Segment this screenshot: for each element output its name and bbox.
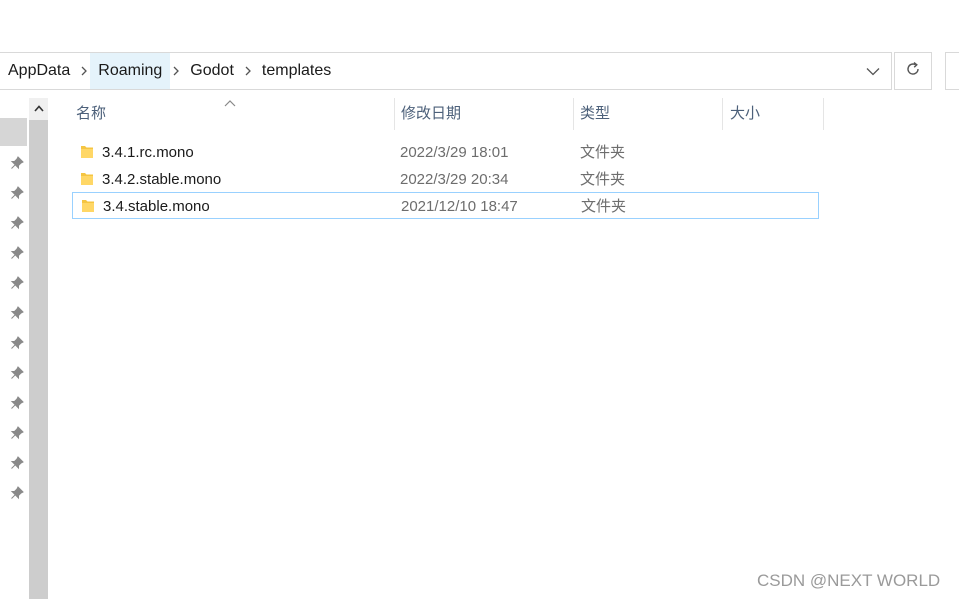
folder-icon: [80, 144, 94, 160]
pin-icon[interactable]: [10, 216, 24, 230]
file-row-selected[interactable]: 3.4.stable.mono 2021/12/10 18:47 文件夹: [72, 192, 819, 219]
file-type: 文件夹: [580, 171, 626, 188]
pin-icon[interactable]: [10, 246, 24, 260]
column-header-name[interactable]: 名称: [70, 98, 394, 130]
file-name: 3.4.stable.mono: [103, 198, 210, 215]
pin-icon[interactable]: [10, 156, 24, 170]
breadcrumb-godot[interactable]: Godot: [182, 53, 242, 89]
refresh-icon: [905, 61, 921, 82]
pin-icon[interactable]: [10, 426, 24, 440]
folder-icon: [81, 198, 95, 214]
address-bar[interactable]: AppData Roaming Godot templates: [0, 52, 892, 90]
chevron-down-icon[interactable]: [855, 53, 891, 89]
file-name: 3.4.1.rc.mono: [102, 144, 194, 161]
file-type: 文件夹: [581, 198, 627, 215]
scroll-up-button[interactable]: [29, 98, 48, 118]
column-divider[interactable]: [722, 98, 723, 130]
search-box[interactable]: [945, 52, 959, 90]
breadcrumb-appdata[interactable]: AppData: [0, 53, 78, 89]
pin-icon[interactable]: [10, 366, 24, 380]
pin-icon[interactable]: [10, 396, 24, 410]
pin-icon[interactable]: [10, 276, 24, 290]
column-header-modified[interactable]: 修改日期: [395, 98, 574, 130]
column-header-size[interactable]: 大小: [724, 98, 823, 130]
refresh-button[interactable]: [894, 52, 932, 90]
folder-icon: [80, 171, 94, 187]
pin-icon[interactable]: [10, 336, 24, 350]
file-row[interactable]: 3.4.2.stable.mono 2022/3/29 20:34 文件夹: [72, 166, 819, 193]
file-explorer-window: AppData Roaming Godot templates 名称 修改日期 …: [0, 0, 959, 599]
chevron-right-icon[interactable]: [78, 53, 90, 89]
file-row[interactable]: 3.4.1.rc.mono 2022/3/29 18:01 文件夹: [72, 139, 819, 166]
pin-icon[interactable]: [10, 456, 24, 470]
file-name: 3.4.2.stable.mono: [102, 171, 222, 188]
pin-icon[interactable]: [10, 306, 24, 320]
chevron-right-icon[interactable]: [170, 53, 182, 89]
file-modified-date: 2022/3/29 18:01: [400, 144, 509, 161]
nav-pane-selected-item[interactable]: [0, 118, 27, 146]
watermark: CSDN @NEXT WORLD: [757, 571, 941, 590]
chevron-up-icon: [33, 99, 44, 117]
breadcrumb-templates[interactable]: templates: [254, 53, 339, 89]
chevron-right-icon[interactable]: [242, 53, 254, 89]
file-modified-date: 2022/3/29 20:34: [400, 171, 509, 188]
nav-pane-scroll-thumb[interactable]: [29, 120, 48, 599]
pin-icon[interactable]: [10, 186, 24, 200]
breadcrumb-roaming[interactable]: Roaming: [90, 53, 171, 89]
pin-icon[interactable]: [10, 486, 24, 500]
column-header-type[interactable]: 类型: [574, 98, 723, 130]
column-divider[interactable]: [823, 98, 824, 130]
file-type: 文件夹: [580, 144, 626, 161]
file-modified-date: 2021/12/10 18:47: [401, 198, 518, 215]
